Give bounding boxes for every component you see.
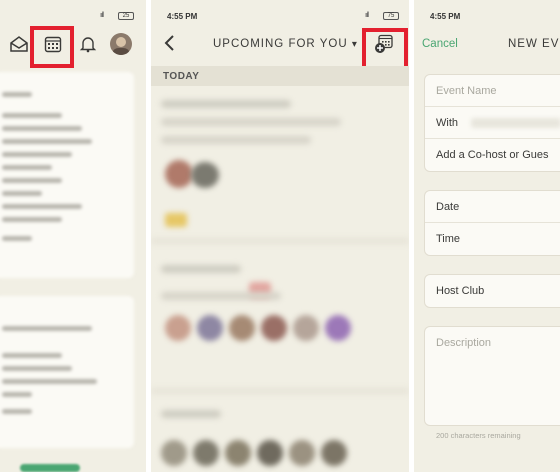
- section-label: TODAY: [163, 71, 200, 82]
- status-bar: 4:55 PM ııll 75: [151, 0, 409, 28]
- status-time: 4:55 PM: [167, 12, 198, 21]
- cancel-button[interactable]: Cancel: [422, 38, 458, 50]
- blurred-button[interactable]: [20, 464, 80, 472]
- app-screen-upcoming: 4:55 PM ııll 75 UPCOMING FOR YOU ▾ TODAY: [151, 0, 409, 472]
- date-time-group: Date Time: [424, 190, 560, 256]
- with-label: With: [436, 117, 458, 129]
- header: Cancel NEW EVE: [414, 28, 560, 62]
- club-card-blurred[interactable]: [0, 296, 134, 448]
- date-label: Date: [436, 201, 460, 213]
- chevron-down-icon: ▾: [351, 39, 358, 50]
- back-icon[interactable]: [163, 34, 181, 54]
- add-cohost-label: Add a Co-host or Gues: [436, 149, 549, 161]
- status-time: 4:55 PM: [430, 12, 461, 21]
- battery-icon: 25: [118, 12, 134, 20]
- battery-icon: 75: [383, 12, 399, 20]
- page-title-text: UPCOMING FOR YOU: [213, 38, 348, 50]
- host-club-label: Host Club: [436, 285, 485, 297]
- club-card-blurred[interactable]: [0, 72, 134, 278]
- signal-icon: ııll: [100, 12, 104, 19]
- with-field[interactable]: With: [425, 107, 560, 139]
- characters-remaining: 200 characters remaining: [436, 431, 521, 440]
- event-name-field[interactable]: Event Name: [425, 75, 560, 107]
- redacted-name: [471, 118, 560, 128]
- highlight-new-event-button: [362, 28, 408, 70]
- status-bar: 4:55 PM: [414, 0, 560, 28]
- description-field[interactable]: Description: [424, 326, 560, 426]
- app-screen-home: ııll 25: [0, 0, 146, 472]
- host-club-field[interactable]: Host Club: [425, 275, 560, 307]
- bell-icon[interactable]: [77, 33, 99, 55]
- envelope-icon[interactable]: [8, 33, 30, 55]
- panel-divider: [409, 0, 414, 472]
- avatar[interactable]: [110, 33, 132, 55]
- highlight-calendar-button: [30, 26, 74, 68]
- time-label: Time: [436, 233, 461, 245]
- panel-divider: [146, 0, 151, 472]
- page-title[interactable]: UPCOMING FOR YOU ▾: [213, 38, 358, 50]
- time-field[interactable]: Time: [425, 223, 560, 255]
- description-placeholder: Description: [436, 337, 492, 349]
- host-club-group: Host Club: [424, 274, 560, 308]
- add-cohost-field[interactable]: Add a Co-host or Gues: [425, 139, 560, 171]
- date-field[interactable]: Date: [425, 191, 560, 223]
- app-screen-new-event: 4:55 PM Cancel NEW EVE Event Name With A…: [414, 0, 560, 472]
- event-name-placeholder: Event Name: [436, 85, 497, 97]
- section-header: TODAY: [151, 66, 409, 86]
- event-details-group: Event Name With Add a Co-host or Gues: [424, 74, 560, 172]
- status-bar: ııll 25: [0, 0, 146, 28]
- signal-icon: ııll: [365, 12, 369, 19]
- page-title: NEW EVE: [508, 38, 560, 50]
